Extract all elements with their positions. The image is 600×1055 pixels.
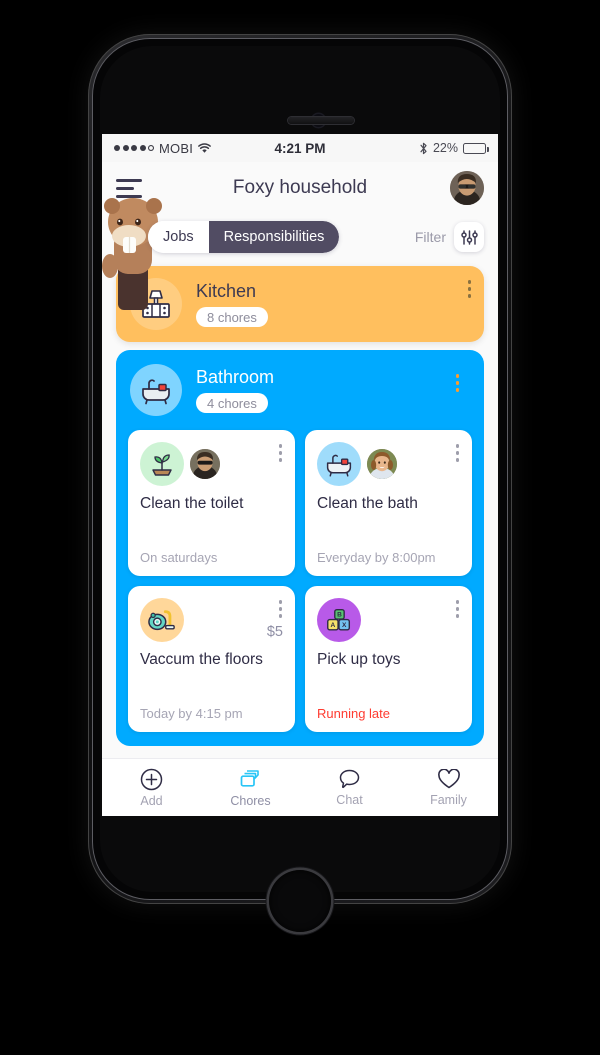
kebab-menu-icon[interactable] [278, 600, 282, 618]
battery-icon [463, 142, 489, 154]
kebab-menu-icon-kitchen[interactable] [467, 280, 471, 298]
tab-responsibilities-label: Responsibilities [223, 229, 325, 245]
phone-screen: MOBI 4:21 PM 22% Foxy household Jobs Res… [102, 134, 498, 816]
screenshot-stage: MOBI 4:21 PM 22% Foxy household Jobs Res… [0, 0, 600, 1055]
group-title-kitchen: Kitchen [196, 281, 257, 301]
nav-item-family[interactable]: Family [399, 768, 498, 807]
tab-jobs[interactable]: Jobs [148, 221, 209, 253]
bathtub-icon-group [130, 364, 182, 416]
user-avatar[interactable] [450, 171, 484, 205]
group-chore-count-kitchen: 8 chores [196, 307, 268, 327]
filter-label: Filter [414, 229, 446, 245]
kebab-menu-icon[interactable] [455, 600, 459, 618]
chore-card[interactable]: $5 Vaccum the floors Today by 4:15 pm [128, 586, 295, 732]
chore-card[interactable]: Clean the bath Everyday by 8:00pm [305, 430, 472, 576]
tab-row: Jobs Responsibilities Filter [102, 198, 498, 310]
signal-strength-icon [114, 145, 154, 151]
vacuum-cleaner-icon [140, 598, 184, 642]
nav-label-add: Add [140, 793, 163, 808]
group-chore-count-bathroom: 4 chores [196, 393, 268, 413]
tab-responsibilities[interactable]: Responsibilities [208, 221, 340, 253]
chore-schedule: Today by 4:15 pm [140, 706, 243, 721]
nav-label-chat: Chat [336, 793, 363, 807]
wifi-icon [198, 142, 211, 154]
group-card-kitchen[interactable]: Kitchen 8 chores [116, 266, 484, 342]
speaker-grille [288, 117, 354, 124]
chore-title: Clean the bath [317, 495, 418, 512]
home-button[interactable] [269, 870, 331, 932]
nav-item-chat[interactable]: Chat [300, 768, 399, 807]
clock-label: 4:21 PM [274, 140, 326, 156]
bottom-navigation: Add Chores Chat Family [102, 758, 498, 816]
kebab-menu-icon[interactable] [455, 444, 459, 462]
chores-list[interactable]: Kitchen 8 chores Bathroom 4 chores Clean… [102, 260, 498, 758]
svg-text:B: B [337, 612, 342, 619]
chore-title: Pick up toys [317, 651, 401, 668]
filter-control: Filter [415, 222, 484, 252]
bathtub-icon [317, 442, 361, 486]
chore-card[interactable]: B A X Pick up toys Running late [305, 586, 472, 732]
chore-schedule: On saturdays [140, 550, 218, 565]
battery-percent-label: 22% [432, 141, 458, 155]
status-bar: MOBI 4:21 PM 22% [102, 134, 498, 162]
chore-title: Vaccum the floors [140, 651, 263, 668]
svg-text:A: A [331, 622, 336, 629]
nav-label-chores: Chores [230, 793, 271, 808]
speech-bubble-icon [338, 768, 361, 790]
chore-reward: $5 [266, 624, 283, 640]
nav-label-family: Family [430, 792, 467, 807]
chore-title: Clean the toilet [140, 495, 244, 512]
avatar [367, 449, 397, 479]
kebab-menu-icon[interactable] [278, 444, 282, 462]
group-section-bathroom: Bathroom 4 chores Clean the toilet On sa… [116, 350, 484, 746]
stacked-cards-icon [238, 768, 263, 791]
nav-item-add[interactable]: Add [102, 768, 201, 808]
sliders-filter-icon[interactable] [454, 222, 484, 252]
toy-blocks-icon: B A X [317, 598, 361, 642]
nav-item-chores[interactable]: Chores [201, 768, 300, 808]
chore-card[interactable]: Clean the toilet On saturdays [128, 430, 295, 576]
plant-seedling-icon [140, 442, 184, 486]
bluetooth-icon [419, 142, 428, 155]
carrier-label: MOBI [159, 140, 194, 156]
plus-circle-icon [140, 768, 163, 791]
heart-icon [437, 768, 461, 790]
kebab-menu-icon-bathroom[interactable] [455, 374, 459, 392]
chore-schedule: Everyday by 8:00pm [317, 550, 436, 565]
svg-text:X: X [342, 622, 347, 629]
chore-grid: Clean the toilet On saturdays Clean the … [128, 430, 472, 732]
tab-jobs-label: Jobs [163, 229, 194, 245]
group-card-bathroom[interactable]: Bathroom 4 chores [128, 360, 472, 420]
chore-status: Running late [317, 706, 390, 721]
beaver-mascot [102, 192, 164, 312]
segmented-control: Jobs Responsibilities [148, 221, 340, 253]
avatar [190, 449, 220, 479]
group-title-bathroom: Bathroom [196, 367, 275, 387]
